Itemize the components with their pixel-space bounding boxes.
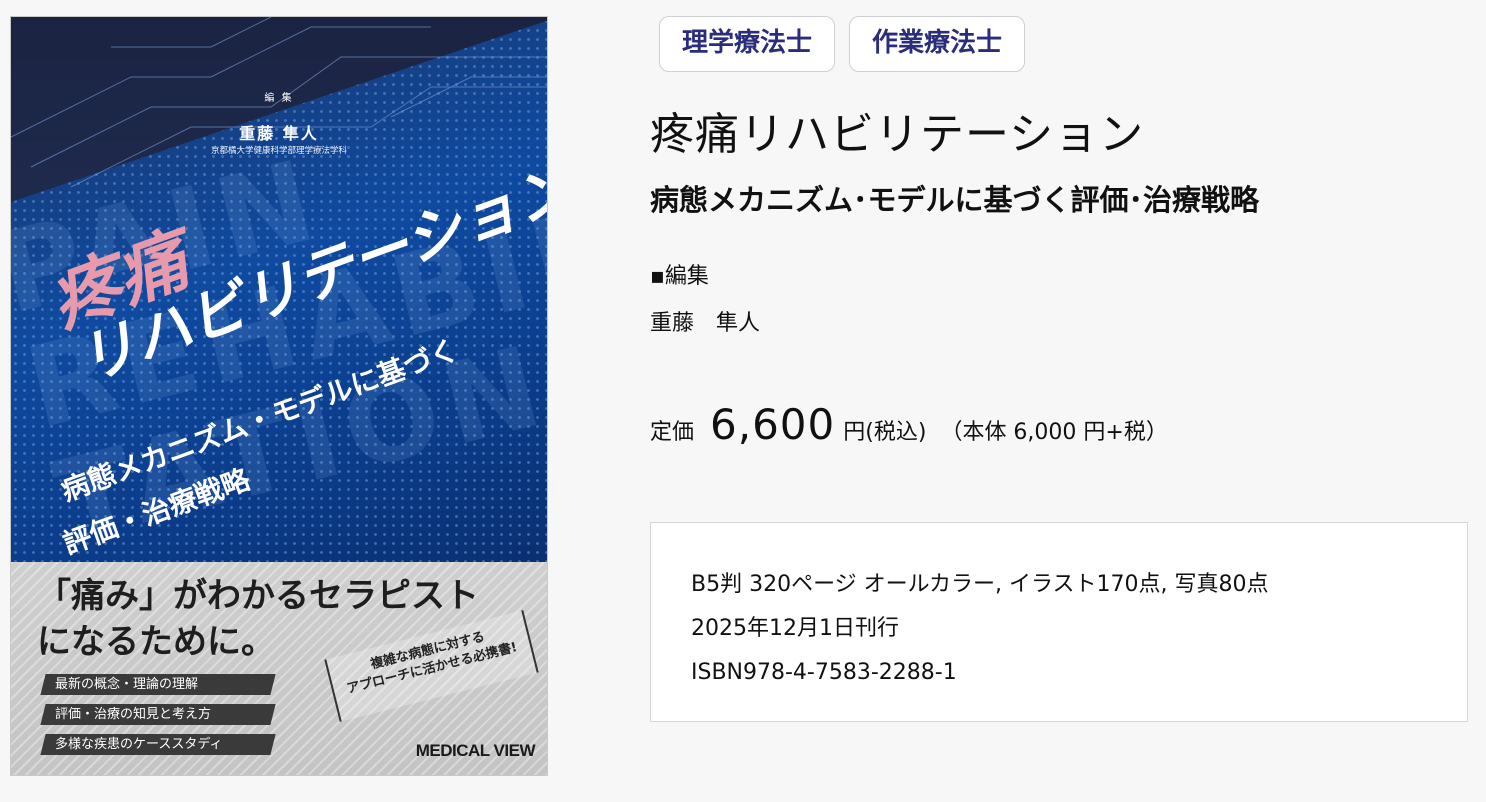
book-cover-image: PAIN REHABILI TATION 編 集 重藤 隼人 京都橘大学健康科学… — [10, 16, 548, 776]
book-title: 疼痛リハビリテーション — [650, 109, 1145, 160]
cover-editor-label: 編 集 — [264, 93, 294, 104]
cover-feature-tag: 評価・治療の知見と考え方 — [40, 704, 276, 725]
book-subtitle: 病態メカニズム･モデルに基づく評価･治療戦略 — [650, 183, 1260, 217]
tag-occupational-therapist[interactable]: 作業療法士 — [849, 16, 1026, 72]
price-value: 6,600 — [710, 400, 836, 449]
price-label: 定価 — [650, 420, 695, 445]
price-yen-tax: 円(税込) — [843, 420, 927, 445]
spec-box: B5判 320ページ オールカラー, イラスト170点, 写真80点 2025年… — [650, 522, 1468, 722]
spec-format: B5判 320ページ オールカラー, イラスト170点, 写真80点 — [691, 572, 1269, 597]
cover-feature-text: 最新の概念・理論の理解 — [55, 677, 199, 692]
cover-bottom-panel: 「痛み」がわかるセラピスト になるために。 最新の概念・理論の理解 評価・治療の… — [11, 562, 547, 775]
publisher-logo: MEDICAL VIEW — [415, 741, 536, 760]
cover-feature-tag: 最新の概念・理論の理解 — [40, 674, 276, 695]
cover-feature-tag: 多様な疾患のケーススタディ — [40, 734, 276, 755]
tag-physical-therapist[interactable]: 理学療法士 — [659, 16, 836, 72]
editor-label: ▪編集 — [650, 264, 709, 289]
price-row: 定価 6,600 円(税込) （本体 6,000 円+税） — [650, 400, 1168, 449]
price-base: （本体 6,000 円+税） — [940, 420, 1168, 445]
category-tags: 理学療法士 作業療法士 — [659, 16, 1026, 72]
editor-name: 重藤 隼人 — [650, 311, 761, 336]
cover-feature-text: 評価・治療の知見と考え方 — [55, 707, 212, 722]
spec-isbn: ISBN978-4-7583-2288-1 — [691, 660, 957, 685]
cover-feature-text: 多様な疾患のケーススタディ — [55, 737, 223, 752]
spec-publish-date: 2025年12月1日刊行 — [691, 616, 899, 641]
